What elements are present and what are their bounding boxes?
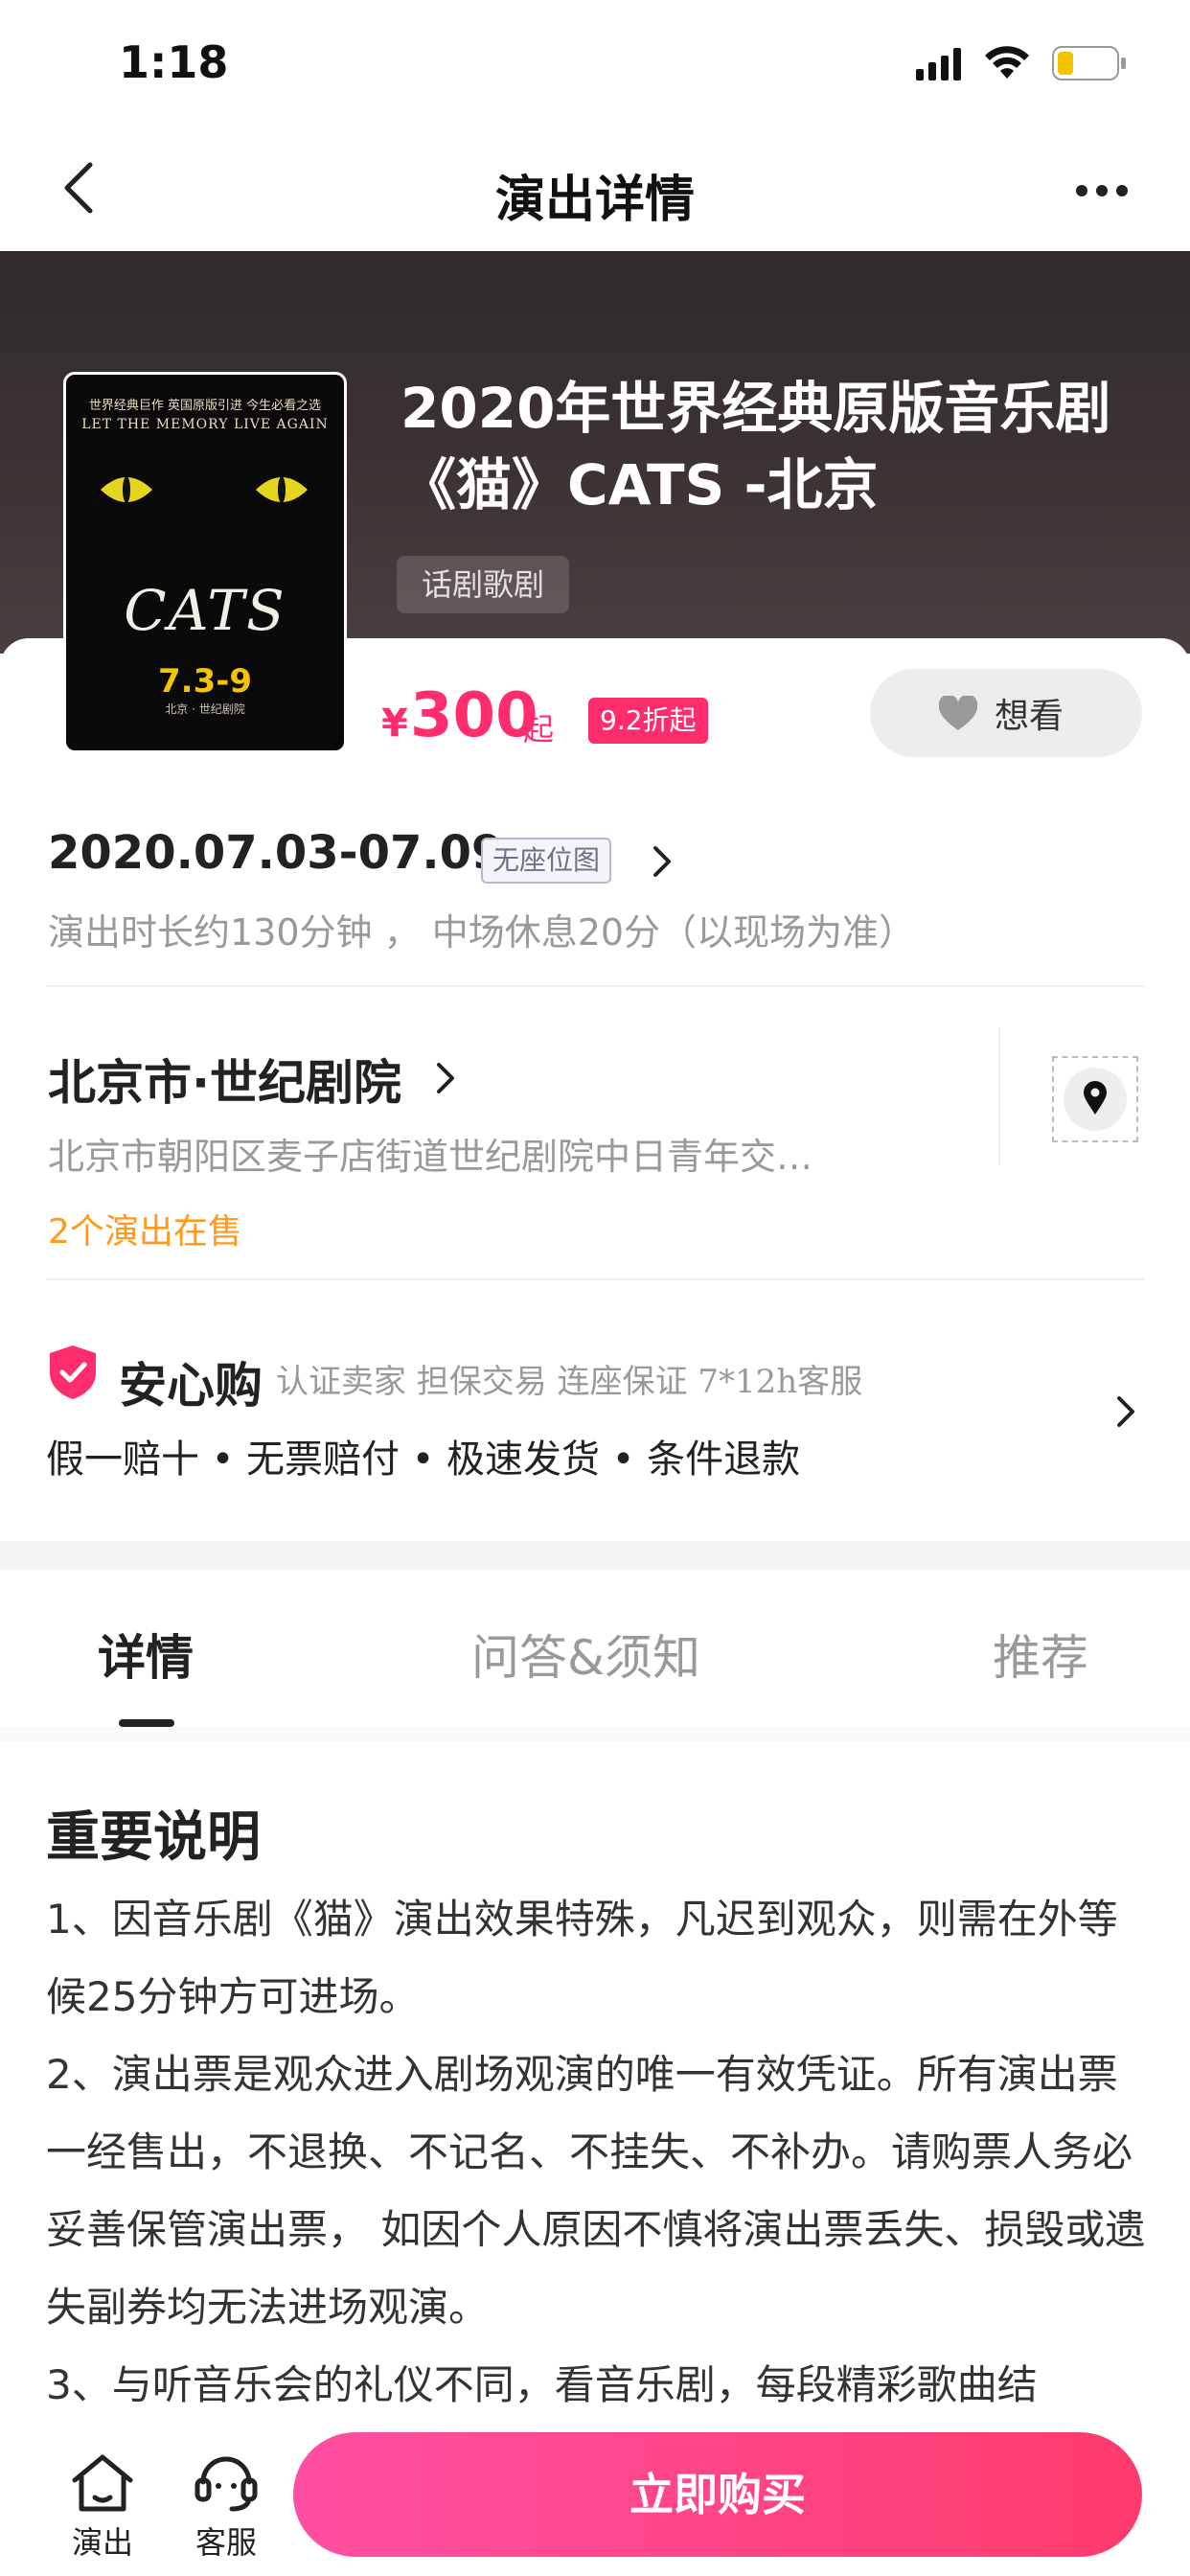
want-to-see-label: 想看	[995, 697, 1064, 736]
divider	[46, 985, 1144, 987]
poster-dates: 7.3-9	[158, 662, 252, 701]
notice-title: 重要说明	[46, 1806, 261, 1869]
wifi-icon	[985, 46, 1029, 79]
cat-eye-icon	[256, 476, 308, 503]
more-icon[interactable]	[1075, 184, 1129, 197]
show-poster[interactable]: 世界经典巨作 英国原版引进 今生必看之选 LET THE MEMORY LIVE…	[63, 372, 347, 753]
venue-on-sale[interactable]: 2个演出在售	[48, 1204, 242, 1254]
notice-paragraph: 1、因音乐剧《猫》演出效果特殊，凡迟到观众，则需在外等候25分钟方可进场。	[46, 1896, 1118, 2020]
poster-tagline-en: LET THE MEMORY LIVE AGAIN	[81, 417, 329, 432]
want-to-see-button[interactable]: 想看	[870, 669, 1142, 757]
chevron-right-icon[interactable]	[652, 845, 673, 878]
show-title: 2020年世界经典原版音乐剧《猫》CATS -北京	[400, 376, 1111, 518]
cat-eye-icon	[101, 476, 152, 503]
assurance-title: 安心购	[119, 1358, 263, 1414]
divider	[46, 1278, 1144, 1280]
tab-qa-notice[interactable]: 问答&须知	[471, 1620, 700, 1689]
shield-check-icon	[50, 1346, 96, 1399]
home-icon[interactable]	[69, 2453, 136, 2513]
customer-service-icon[interactable]	[192, 2448, 261, 2513]
discount-badge: 9.2折起	[588, 698, 708, 744]
active-tab-indicator	[119, 1719, 174, 1727]
status-time: 1:18	[119, 36, 229, 88]
assurance-description: 认证卖家 担保交易 连座保证 7*12h客服	[276, 1363, 863, 1401]
date-range[interactable]: 2020.07.03-07.09	[48, 826, 503, 880]
customer-service-label[interactable]: 客服	[190, 2518, 263, 2563]
page-title: 演出详情	[494, 172, 695, 229]
map-button-circle	[1064, 1068, 1127, 1131]
seat-map-tag: 无座位图	[481, 838, 612, 884]
venue-name[interactable]: 北京市·世纪剧院	[48, 1045, 401, 1114]
price-currency: ¥	[381, 702, 408, 746]
tab-details[interactable]: 详情	[98, 1620, 194, 1689]
battery-icon	[1052, 46, 1126, 80]
poster-tagline: 世界经典巨作 英国原版引进 今生必看之选	[88, 399, 322, 413]
price-value: 300	[410, 680, 538, 751]
chevron-right-icon[interactable]	[435, 1062, 456, 1094]
home-label[interactable]: 演出	[69, 2518, 136, 2563]
content-separator	[0, 1727, 1190, 1742]
tab-recommend[interactable]: 推荐	[993, 1620, 1088, 1689]
section-separator	[0, 1541, 1190, 1570]
chevron-right-icon[interactable]	[1115, 1395, 1136, 1428]
signal-icon	[916, 48, 961, 80]
assurance-items: 假一赔十 • 无票赔付 • 极速发货 • 条件退款	[46, 1438, 801, 1482]
map-button[interactable]	[1052, 1056, 1138, 1142]
vertical-divider	[998, 1027, 1000, 1165]
buy-now-button[interactable]: 立即购买	[293, 2432, 1142, 2557]
venue-address: 北京市朝阳区麦子店街道世纪剧院中日青年交…	[48, 1136, 813, 1178]
poster-logo: CATS	[124, 578, 286, 643]
show-duration: 演出时长约130分钟 ， 中场休息20分（以现场为准）	[48, 911, 916, 954]
notice-paragraph: 2、演出票是观众进入剧场观演的唯一有效凭证。所有演出票一经售出，不退换、不记名、…	[46, 2051, 1146, 2331]
category-tag: 话剧歌剧	[397, 556, 570, 613]
heart-icon	[938, 696, 978, 730]
location-pin-icon	[1084, 1081, 1107, 1115]
notice-body: 1、因音乐剧《猫》演出效果特殊，凡迟到观众，则需在外等候25分钟方可进场。 2、…	[46, 1880, 1148, 2424]
poster-venue: 北京 · 世纪剧院	[165, 702, 245, 716]
price-suffix: 起	[523, 711, 555, 748]
